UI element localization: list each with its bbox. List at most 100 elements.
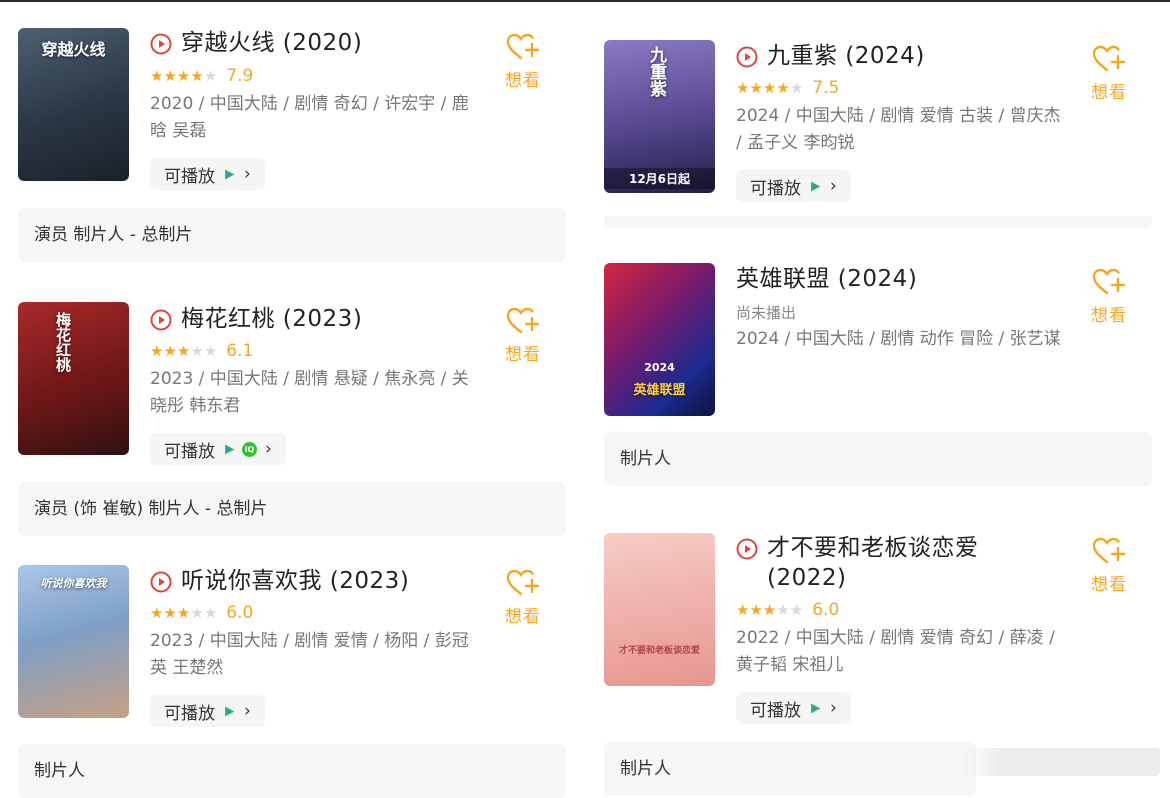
star-filled-icon: ★ <box>736 601 750 619</box>
star-empty-icon: ★ <box>789 601 804 619</box>
rating: ★ ★ ★ ★ ★ 6.1 <box>150 341 253 361</box>
star-filled-icon: ★ <box>150 67 164 85</box>
playable-button[interactable]: 可播放 › <box>150 158 265 190</box>
iqiyi-icon: iQ <box>242 441 257 457</box>
star-empty-icon: ★ <box>190 604 204 622</box>
poster-release-badge: 12月6日起 <box>604 168 715 189</box>
want-to-watch-button[interactable]: 想看 <box>502 306 544 365</box>
heart-plus-icon <box>1092 45 1126 72</box>
star-filled-icon: ★ <box>176 67 191 85</box>
movie-meta: 2023 / 中国大陆 / 剧情 爱情 / 杨阳 / 彭冠英 王楚然 <box>150 631 469 678</box>
poster-title: 穿越火线 <box>41 40 106 59</box>
play-icon <box>736 46 758 68</box>
want-to-watch-button[interactable]: 想看 <box>1088 44 1130 103</box>
tencent-video-icon <box>225 169 235 179</box>
star-filled-icon: ★ <box>736 79 750 97</box>
want-to-watch-button[interactable]: 想看 <box>502 32 544 91</box>
star-filled-icon: ★ <box>150 604 164 622</box>
star-filled-icon: ★ <box>163 342 177 360</box>
star-filled-icon: ★ <box>176 342 191 360</box>
star-rating: ★ ★ ★ ★ ★ <box>736 80 803 96</box>
playable-label: 可播放 <box>750 700 801 721</box>
want-label: 想看 <box>505 71 541 91</box>
movie-poster[interactable]: 才不要和老板谈恋爱 <box>604 533 715 686</box>
want-to-watch-button[interactable]: 想看 <box>1088 536 1130 595</box>
playable-button[interactable]: 可播放 iQ › <box>150 433 286 465</box>
rating-score: 6.1 <box>226 341 254 361</box>
star-filled-icon: ★ <box>190 67 204 85</box>
star-filled-icon: ★ <box>749 79 763 97</box>
star-empty-icon: ★ <box>203 342 218 360</box>
star-filled-icon: ★ <box>163 604 177 622</box>
credit-bar[interactable]: 演员 制片人 - 总制片 <box>18 208 566 262</box>
movie-poster[interactable]: 2024 英雄联盟 <box>604 263 715 416</box>
movie-title[interactable]: 听说你喜欢我 (2023) <box>181 566 409 596</box>
play-icon <box>736 538 758 560</box>
movie-poster[interactable]: 听说你喜欢我 <box>18 565 129 718</box>
movie-poster[interactable]: 九重紫 12月6日起 <box>604 40 715 193</box>
credit-bar[interactable]: 制片人 <box>604 432 1152 486</box>
tencent-video-icon <box>811 703 821 713</box>
movie-title[interactable]: 才不要和老板谈恋爱 (2022) <box>767 533 1037 593</box>
star-empty-icon: ★ <box>203 67 218 85</box>
scroll-indicator[interactable] <box>960 748 1160 776</box>
rating-score: 7.9 <box>226 66 254 86</box>
heart-plus-icon <box>1092 537 1126 564</box>
movie-poster[interactable]: 穿越火线 <box>18 28 129 181</box>
rating: ★ ★ ★ ★ ★ 6.0 <box>736 600 839 620</box>
left-column: 穿越火线 穿越火线 (2020) ★ ★ ★ ★ ★ 7.9 2020 / 中国大陆 /… <box>0 0 566 798</box>
movie-title[interactable]: 梅花红桃 (2023) <box>181 304 362 334</box>
want-label: 想看 <box>1091 575 1127 595</box>
star-empty-icon: ★ <box>789 79 804 97</box>
star-rating: ★ ★ ★ ★ ★ <box>736 602 803 618</box>
movie-meta: 2024 / 中国大陆 / 剧情 动作 冒险 / 张艺谋 <box>736 329 1061 349</box>
star-empty-icon: ★ <box>203 604 218 622</box>
tencent-video-icon <box>225 706 235 716</box>
heart-plus-icon <box>506 569 540 596</box>
chevron-right-icon: › <box>830 176 837 196</box>
rating: ★ ★ ★ ★ ★ 7.9 <box>150 66 253 86</box>
rating: ★ ★ ★ ★ ★ 7.5 <box>736 78 839 98</box>
credit-bar[interactable]: 演员 (饰 崔敏) 制片人 - 总制片 <box>18 482 566 536</box>
want-to-watch-button[interactable]: 想看 <box>502 568 544 627</box>
want-to-watch-button[interactable]: 想看 <box>1088 267 1130 326</box>
right-column: 九重紫 12月6日起 九重紫 (2024) ★ ★ ★ ★ ★ 7.5 2024 / 中… <box>586 0 1152 796</box>
playable-label: 可播放 <box>164 166 215 187</box>
playable-button[interactable]: 可播放 › <box>736 692 851 724</box>
movie-meta: 2023 / 中国大陆 / 剧情 悬疑 / 焦永亮 / 关晓彤 韩东君 <box>150 369 469 416</box>
release-status: 尚未播出 <box>736 304 797 322</box>
play-icon <box>150 33 172 55</box>
poster-title: 九重紫 <box>646 46 666 97</box>
heart-plus-icon <box>1092 268 1126 295</box>
tencent-video-icon <box>811 181 821 191</box>
poster-title: 英雄联盟 <box>633 383 686 398</box>
chevron-right-icon: › <box>830 698 837 718</box>
rating-score: 6.0 <box>226 603 254 623</box>
star-filled-icon: ★ <box>762 79 777 97</box>
star-rating: ★ ★ ★ ★ ★ <box>150 343 217 359</box>
movie-meta: 2024 / 中国大陆 / 剧情 爱情 古装 / 曾庆杰 / 孟子义 李昀锐 <box>736 106 1061 153</box>
playable-button[interactable]: 可播放 › <box>150 695 265 727</box>
star-empty-icon: ★ <box>776 601 790 619</box>
playable-label: 可播放 <box>164 703 215 724</box>
heart-plus-icon <box>506 307 540 334</box>
star-rating: ★ ★ ★ ★ ★ <box>150 68 217 84</box>
playable-button[interactable]: 可播放 › <box>736 170 851 202</box>
star-filled-icon: ★ <box>150 342 164 360</box>
poster-year: 2024 <box>644 361 675 374</box>
credit-bar[interactable]: 制片人 <box>604 742 976 796</box>
poster-title: 听说你喜欢我 <box>40 577 107 590</box>
star-rating: ★ ★ ★ ★ ★ <box>150 605 217 621</box>
movie-poster[interactable]: 梅花红桃 <box>18 302 129 455</box>
playable-label: 可播放 <box>750 178 801 199</box>
chevron-right-icon: › <box>265 439 272 459</box>
want-label: 想看 <box>1091 306 1127 326</box>
movie-title[interactable]: 英雄联盟 (2024) <box>736 264 917 294</box>
want-label: 想看 <box>505 345 541 365</box>
star-empty-icon: ★ <box>190 342 204 360</box>
movie-meta: 2022 / 中国大陆 / 剧情 爱情 奇幻 / 薛凌 / 黄子韬 宋祖儿 <box>736 628 1055 675</box>
movie-title[interactable]: 穿越火线 (2020) <box>181 28 362 58</box>
play-icon <box>150 309 172 331</box>
movie-title[interactable]: 九重紫 (2024) <box>767 41 925 71</box>
chevron-right-icon: › <box>244 164 251 184</box>
